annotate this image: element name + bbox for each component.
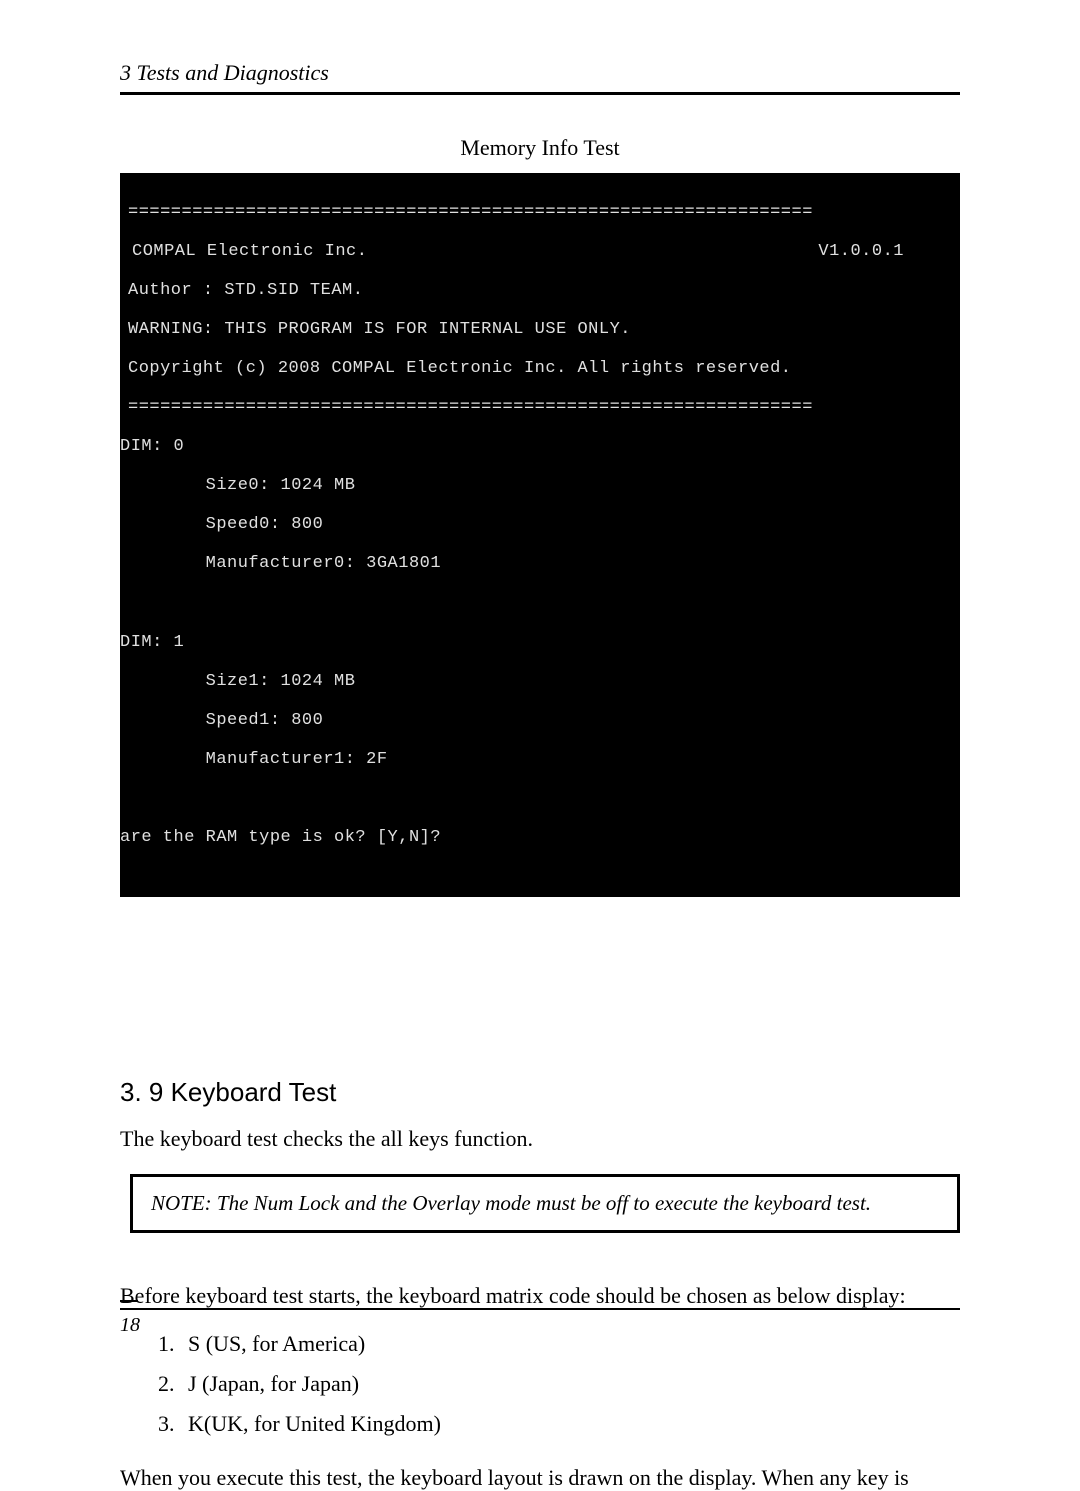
terminal-header-row: COMPAL Electronic Inc. V1.0.0.1 — [120, 242, 960, 262]
page-number: 18 — [120, 1314, 140, 1336]
list-item-label: K(UK, for United Kingdom) — [188, 1411, 441, 1436]
note-box: NOTE: The Num Lock and the Overlay mode … — [130, 1174, 960, 1233]
terminal-dim1-size: Size1: 1024 MB — [120, 672, 960, 692]
terminal-blank — [120, 789, 960, 809]
terminal-dim0-mfr: Manufacturer0: 3GA1801 — [120, 554, 960, 574]
terminal-copyright: Copyright (c) 2008 COMPAL Electronic Inc… — [120, 359, 960, 379]
terminal-dim0-size: Size0: 1024 MB — [120, 476, 960, 496]
terminal-author: Author : STD.SID TEAM. — [120, 281, 960, 301]
page-footer: 18 — [120, 1308, 960, 1337]
terminal-warning: WARNING: THIS PROGRAM IS FOR INTERNAL US… — [120, 320, 960, 340]
chapter-title: 3 Tests and Diagnostics — [120, 60, 329, 85]
terminal-version: V1.0.0.1 — [818, 242, 904, 262]
terminal-screenshot: ========================================… — [120, 173, 960, 897]
section-heading: 3. 9 Keyboard Test — [120, 1077, 960, 1108]
terminal-prompt: are the RAM type is ok? [Y,N]? — [120, 828, 960, 848]
pre-list-text: Before keyboard test starts, the keyboar… — [120, 1283, 960, 1309]
note-text: NOTE: The Num Lock and the Overlay mode … — [151, 1191, 871, 1215]
post-list-text: When you execute this test, the keyboard… — [120, 1465, 960, 1491]
footer-rule-mark — [120, 1300, 138, 1302]
terminal-company: COMPAL Electronic Inc. — [132, 242, 367, 262]
page: 3 Tests and Diagnostics Memory Info Test… — [0, 0, 1080, 1397]
section-intro: The keyboard test checks the all keys fu… — [120, 1126, 960, 1152]
list-item-label: J (Japan, for Japan) — [188, 1371, 359, 1396]
terminal-dim1-speed: Speed1: 800 — [120, 711, 960, 731]
terminal-dim0-label: DIM: 0 — [120, 437, 960, 457]
terminal-blank — [120, 593, 960, 613]
terminal-dim1-mfr: Manufacturer1: 2F — [120, 750, 960, 770]
terminal-separator: ========================================… — [120, 203, 960, 223]
page-header: 3 Tests and Diagnostics — [120, 60, 960, 95]
list-item: K(UK, for United Kingdom) — [180, 1411, 960, 1437]
terminal-dim0-speed: Speed0: 800 — [120, 515, 960, 535]
figure-title: Memory Info Test — [120, 135, 960, 161]
keyboard-layout-list: S (US, for America) J (Japan, for Japan)… — [180, 1331, 960, 1437]
terminal-dim1-label: DIM: 1 — [120, 633, 960, 653]
terminal-separator: ========================================… — [120, 398, 960, 418]
list-item: J (Japan, for Japan) — [180, 1371, 960, 1397]
